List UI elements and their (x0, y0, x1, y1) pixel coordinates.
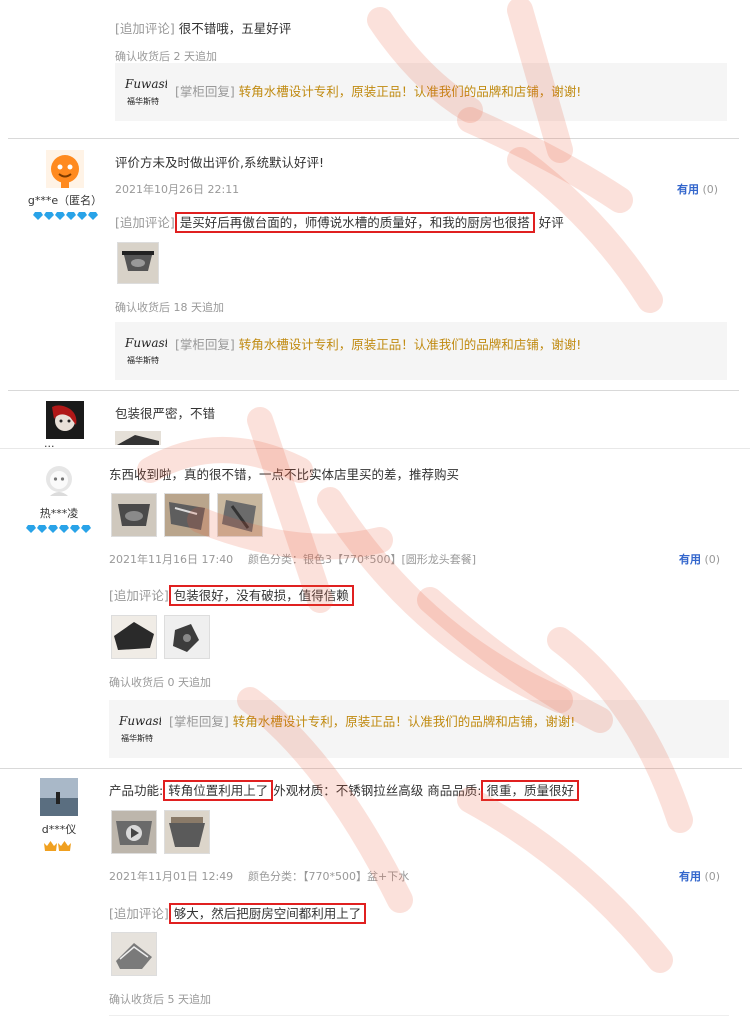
crown-icon (44, 841, 57, 851)
shop-logo: Fuwast 福华斯特 (117, 708, 164, 750)
highlighted-text: 是买好后再傲台面的，师傅说水槽的质量好，和我的厨房也很搭 (174, 212, 535, 233)
append-text: 好评 (538, 215, 564, 230)
svg-text:Fuwast: Fuwast (118, 714, 161, 728)
user-nickname: g***e（匿名） (27, 194, 103, 207)
append-comment: [追加评论] 很不错哦，五星好评 (115, 18, 291, 37)
diamond-icon (26, 525, 36, 533)
diamond-icon (48, 525, 58, 533)
diamond-icon (81, 525, 91, 533)
reply-text: 转角水槽设计专利，原装正品！认准我们的品牌和店铺，谢谢! (238, 337, 582, 352)
avatar[interactable] (40, 462, 78, 500)
user-level-badges (33, 209, 99, 223)
append-days: 确认收货后 0 天追加 (109, 676, 211, 689)
useful-button[interactable]: 有用 (0) (679, 868, 720, 884)
reply-tag: [掌柜回复] (175, 337, 235, 352)
review-photo[interactable] (111, 493, 157, 537)
diamond-icon (44, 212, 54, 220)
diamond-icon (77, 212, 87, 220)
review-photo[interactable] (111, 932, 157, 976)
useful-button[interactable]: 有用 (0) (677, 181, 718, 197)
svg-text:福华斯特: 福华斯特 (127, 355, 159, 365)
review-photo[interactable] (217, 493, 263, 537)
avatar[interactable] (40, 778, 78, 816)
useful-button[interactable]: 有用 (0) (679, 551, 720, 567)
append-comment: [追加评论] 是买好后再傲台面的，师傅说水槽的质量好，和我的厨房也很搭 好评 (115, 212, 564, 233)
review-date: 2021年11月01日 12:49 (109, 870, 234, 883)
crown-icon (58, 841, 71, 851)
svg-text:Fuwast: Fuwast (124, 77, 167, 91)
append-tag: [追加评论] (115, 21, 175, 36)
quality-label: 商品品质: (427, 783, 482, 798)
append-days: 确认收货后 18 天追加 (115, 301, 224, 314)
review-photo[interactable] (117, 242, 159, 284)
user-level-badges (44, 840, 72, 854)
highlighted-text: 够大，然后把厨房空间都利用上了 (168, 903, 367, 924)
review-photo[interactable] (111, 615, 157, 659)
shop-reply: Fuwast 福华斯特 [掌柜回复] 转角水槽设计专利，原装正品！认准我们的品牌和… (115, 322, 727, 380)
append-comment: [追加评论] 包装很好，没有破损，值得信赖 (109, 585, 354, 606)
append-tag: [追加评论] (109, 906, 169, 921)
append-days: 确认收货后 5 天追加 (109, 993, 211, 1006)
append-tag: [追加评论] (115, 215, 175, 230)
review-text: 评价方未及时做出评价,系统默认好评! (115, 155, 324, 170)
diamond-icon (59, 525, 69, 533)
review-text: 产品功能: 转角位置利用上了 外观材质：不锈钢拉丝高级 商品品质: 很重，质量很好 (109, 780, 579, 801)
reply-text: 转角水槽设计专利，原装正品！认准我们的品牌和店铺，谢谢! (232, 714, 576, 729)
diamond-icon (55, 212, 65, 220)
user-nickname: 热***凌 (39, 507, 79, 520)
append-tag: [追加评论] (109, 588, 169, 603)
diamond-icon (33, 212, 43, 220)
diamond-icon (66, 212, 76, 220)
highlighted-text: 很重，质量很好 (481, 780, 579, 801)
highlighted-text: 包装很好，没有破损，值得信赖 (168, 585, 354, 606)
svg-text:Fuwast: Fuwast (124, 336, 167, 350)
review-photo[interactable] (164, 810, 210, 854)
append-comment: [追加评论] 够大，然后把厨房空间都利用上了 (109, 903, 367, 924)
divider (8, 390, 739, 391)
append-text: 很不错哦，五星好评 (178, 21, 292, 36)
reply-tag: [掌柜回复] (169, 714, 229, 729)
review-list: [追加评论] 很不错哦，五星好评 确认收货后 2 天追加 Fuwast 福华斯特 … (0, 0, 750, 1019)
diamond-icon (70, 525, 80, 533)
shop-reply: Fuwast 福华斯特 [掌柜回复] 转角水槽设计专利，原装正品！认准我们的品牌和… (109, 700, 729, 758)
user-nickname: ... (44, 440, 55, 448)
material-text: 外观材质：不锈钢拉丝高级 (273, 783, 424, 798)
reply-tag: [掌柜回复] (175, 84, 235, 99)
avatar[interactable] (46, 401, 84, 439)
divider (0, 448, 750, 449)
user-nickname: d***仪 (41, 823, 77, 836)
divider (109, 1015, 729, 1016)
review-date: 2021年10月26日 22:11 (115, 183, 240, 196)
diamond-icon (88, 212, 98, 220)
product-spec: 颜色分类：银色3【770*500】[圆形龙头套餐] (248, 553, 477, 566)
user-level-badges (26, 522, 92, 536)
append-days: 确认收货后 2 天追加 (115, 50, 217, 63)
review-video[interactable] (111, 810, 157, 854)
review-text: 东西收到啦，真的很不错，一点不比实体店里买的差，推荐购买 (109, 467, 460, 482)
review-date: 2021年11月16日 17:40 (109, 553, 234, 566)
diamond-icon (37, 525, 47, 533)
review-text: 包装很严密，不错 (115, 406, 216, 421)
svg-text:福华斯特: 福华斯特 (121, 733, 153, 743)
review-photo[interactable] (164, 493, 210, 537)
shop-reply: Fuwast 福华斯特 [掌柜回复] 转角水槽设计专利，原装正品！认准我们的品牌和… (115, 63, 727, 121)
product-spec: 颜色分类：【770*500】盆+下水 (248, 870, 410, 883)
shop-logo: Fuwast 福华斯特 (123, 71, 170, 113)
func-label: 产品功能: (109, 783, 164, 798)
review-photo[interactable] (164, 615, 210, 659)
reply-text: 转角水槽设计专利，原装正品！认准我们的品牌和店铺，谢谢! (238, 84, 582, 99)
review-photo[interactable] (115, 431, 161, 445)
highlighted-text: 转角位置利用上了 (163, 780, 274, 801)
shop-logo: Fuwast 福华斯特 (123, 330, 170, 372)
divider (8, 138, 739, 139)
svg-text:福华斯特: 福华斯特 (127, 96, 159, 106)
divider (0, 768, 742, 769)
avatar[interactable] (46, 150, 84, 188)
